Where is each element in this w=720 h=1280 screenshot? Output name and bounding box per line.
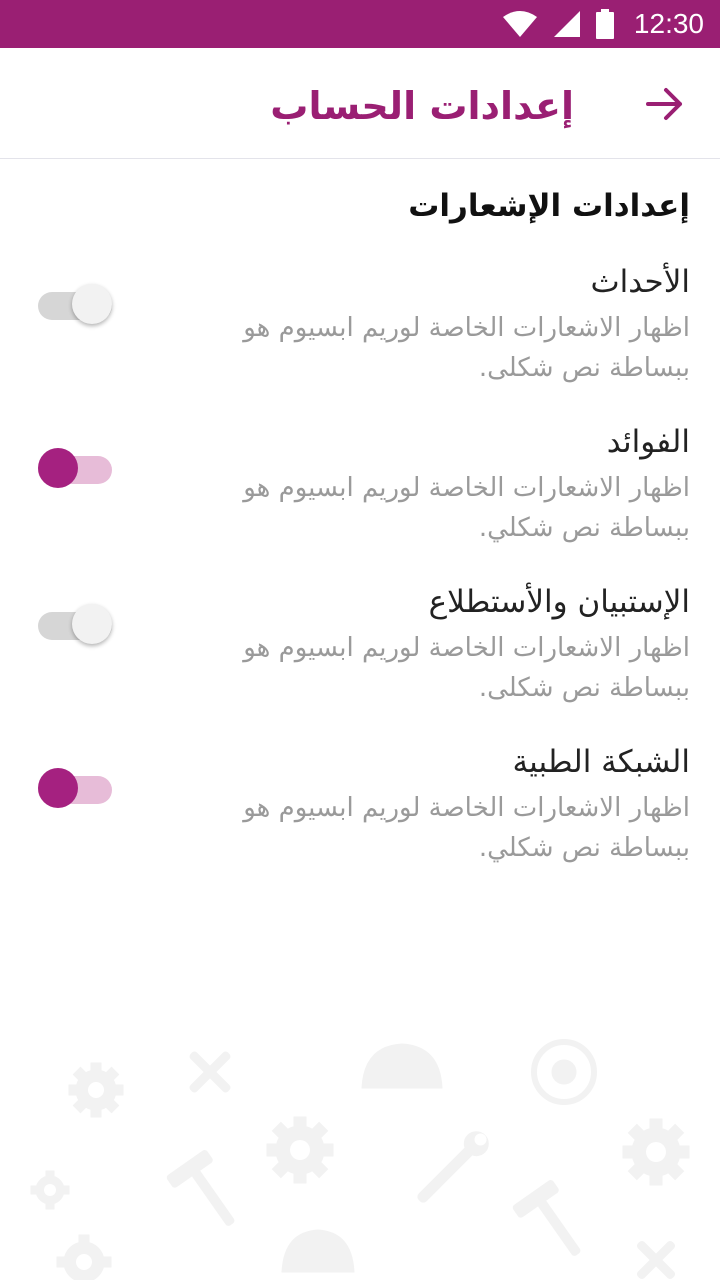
back-arrow-icon[interactable] xyxy=(644,84,684,124)
setting-item-benefits: الفوائد اظهار الاشعارات الخاصة لوريم ابس… xyxy=(0,424,720,564)
toggle-thumb xyxy=(38,448,78,488)
status-bar: 12:30 xyxy=(0,0,720,48)
setting-item-surveys: الإستبيان والأستطلاع اظهار الاشعارات الخ… xyxy=(0,584,720,724)
hard-hat-icon xyxy=(281,1229,355,1273)
hammer-icon xyxy=(166,1150,235,1226)
wifi-icon xyxy=(502,11,537,37)
benefits-toggle[interactable] xyxy=(38,448,114,492)
setting-title: الإستبيان والأستطلاع xyxy=(428,584,690,620)
signal-icon xyxy=(553,11,580,37)
gear-icon xyxy=(68,1062,124,1118)
gear-icon xyxy=(266,1116,334,1184)
setting-description: اظهار الاشعارات الخاصة لوريم ابسيوم هو ب… xyxy=(243,793,690,863)
gear-icon xyxy=(56,1234,112,1280)
setting-item-events: الأحداث اظهار الاشعارات الخاصة لوريم ابس… xyxy=(0,264,720,404)
refresh-gear-icon xyxy=(531,1039,597,1105)
background-pattern xyxy=(30,1039,690,1280)
tools-icon xyxy=(636,1240,676,1280)
toggle-thumb xyxy=(72,604,112,644)
status-time: 12:30 xyxy=(633,8,704,39)
setting-title: الفوائد xyxy=(606,424,690,460)
hammer-icon xyxy=(512,1180,581,1256)
notifications-section-title: إعدادات الإشعارات xyxy=(408,188,690,224)
setting-description: اظهار الاشعارات الخاصة لوريم ابسيوم هو ب… xyxy=(243,633,690,703)
hard-hat-icon xyxy=(361,1043,443,1089)
tools-icon xyxy=(189,1051,231,1093)
page-title: إعدادات الحساب xyxy=(270,84,574,128)
toggle-thumb xyxy=(72,284,112,324)
battery-icon xyxy=(595,9,614,39)
setting-description: اظهار الاشعارات الخاصة لوريم ابسيوم هو ب… xyxy=(243,473,690,543)
gear-icon xyxy=(30,1170,70,1210)
surveys-toggle[interactable] xyxy=(38,604,114,648)
wrench-icon xyxy=(417,1131,489,1203)
setting-item-medical-network: الشبكة الطبية اظهار الاشعارات الخاصة لور… xyxy=(0,744,720,884)
setting-title: الأحداث xyxy=(590,264,690,300)
status-icons: 12:30 xyxy=(502,0,704,48)
setting-description: اظهار الاشعارات الخاصة لوريم ابسيوم هو ب… xyxy=(243,313,690,383)
gear-icon xyxy=(622,1118,690,1186)
events-toggle[interactable] xyxy=(38,284,114,328)
setting-title: الشبكة الطبية xyxy=(512,744,690,780)
app-bar: إعدادات الحساب xyxy=(0,48,720,159)
toggle-thumb xyxy=(38,768,78,808)
medical-network-toggle[interactable] xyxy=(38,768,114,812)
